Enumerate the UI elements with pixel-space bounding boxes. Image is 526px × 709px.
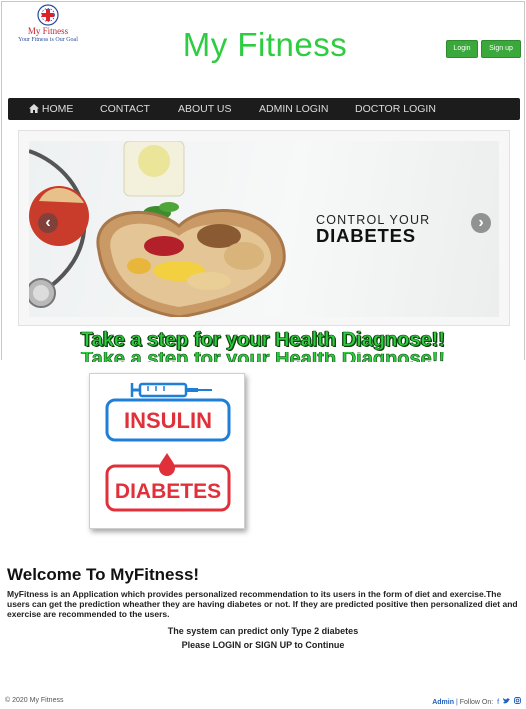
login-button[interactable]: Login [446,40,478,58]
main-navbar: HOME CONTACT ABOUT US ADMIN LOGIN DOCTOR… [8,98,520,120]
nav-home-label: HOME [41,103,74,115]
carousel-next-button[interactable]: › [471,213,491,233]
nav-doctor-login[interactable]: DOCTOR LOGIN [355,98,436,120]
footer-follow-label: Follow On: [459,699,494,706]
footer-admin-link[interactable]: Admin [432,699,454,706]
facebook-icon[interactable]: f [497,699,499,706]
nav-admin-login[interactable]: ADMIN LOGIN [259,98,328,120]
headline-ghost-echo: Take a step for your Health Diagnose!! [0,352,526,362]
home-icon [29,104,39,113]
carousel-prev-button[interactable]: ‹ [38,213,58,233]
welcome-title: Welcome To MyFitness! [7,565,200,584]
signup-button[interactable]: Sign up [481,40,521,58]
footer-links: Admin | Follow On: f [432,697,521,706]
logo-globe-icon [37,4,59,26]
footer-separator: | [455,699,458,706]
image-carousel: CONTROL YOUR DIABETES ‹ › [18,130,510,326]
health-headline: Take a step for your Health Diagnose!! [80,329,446,352]
nav-about-us[interactable]: ABOUT US [178,98,231,120]
healthy-food-illustration [29,141,286,317]
instagram-icon[interactable] [514,697,521,704]
diabetes-word: DIABETES [115,480,221,503]
nav-home[interactable]: HOME [29,98,73,120]
slide-caption-line2: DIABETES [316,225,416,246]
carousel-slide: CONTROL YOUR DIABETES ‹ › [29,141,499,317]
login-signup-cta: Please LOGIN or SIGN UP to Continue [181,640,345,650]
insulin-diabetes-card: INSULIN DIABETES [89,373,245,529]
nav-contact[interactable]: CONTACT [100,98,150,120]
footer-copyright: © 2020 My Fitness [5,697,64,704]
headline-ghost-text: Take a step for your Health Diagnose!! [81,352,446,362]
twitter-icon[interactable] [503,698,511,704]
syringe-icon [130,382,212,398]
type2-note: The system can predict only Type 2 diabe… [167,626,359,636]
insulin-diabetes-image: INSULIN DIABETES [105,382,231,512]
welcome-description: MyFitness is an Application which provid… [7,589,518,619]
insulin-word: INSULIN [124,408,212,433]
